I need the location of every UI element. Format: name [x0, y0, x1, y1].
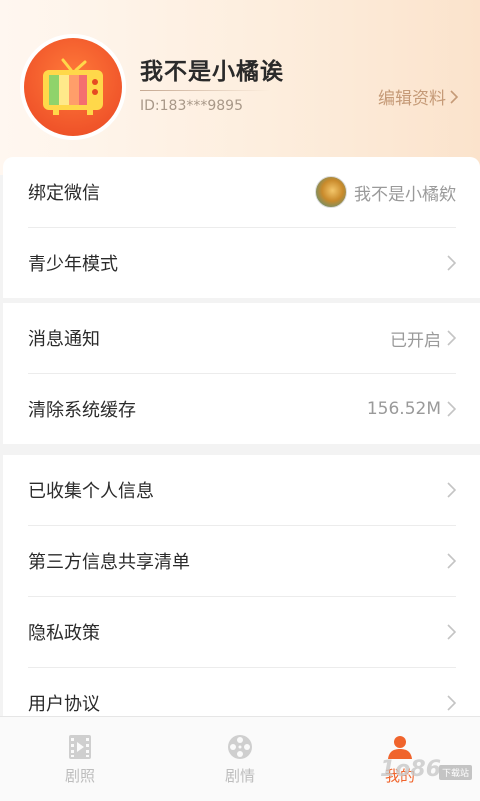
edit-profile-link[interactable]: 编辑资料: [378, 84, 458, 109]
privacy-policy-row[interactable]: 隐私政策: [28, 597, 456, 668]
teen-mode-row[interactable]: 青少年模式: [28, 228, 456, 298]
tab-stills[interactable]: 剧照: [0, 717, 160, 801]
chevron-right-icon: [447, 401, 456, 417]
wechat-avatar: [315, 176, 347, 208]
collected-info-row[interactable]: 已收集个人信息: [28, 455, 456, 526]
chevron-right-icon: [447, 553, 456, 569]
privacy-policy-label: 隐私政策: [28, 623, 100, 644]
third-party-sharing-row[interactable]: 第三方信息共享清单: [28, 526, 456, 597]
chevron-right-icon: [450, 89, 458, 104]
settings-section: 消息通知 已开启 清除系统缓存 156.52M: [3, 303, 480, 444]
tab-plot[interactable]: 剧情: [160, 717, 320, 801]
cache-size: 156.52M: [366, 399, 441, 419]
account-section: 绑定微信 我不是小橘欸 青少年模式: [3, 157, 480, 298]
bind-wechat-row[interactable]: 绑定微信 我不是小橘欸: [28, 157, 456, 228]
user-id: ID:183***9895: [140, 98, 243, 114]
film-reel-icon: [228, 735, 252, 759]
edit-profile-label: 编辑资料: [378, 89, 446, 109]
chevron-right-icon: [447, 624, 456, 640]
film-icon: [69, 735, 91, 759]
third-party-sharing-label: 第三方信息共享清单: [28, 552, 190, 573]
chevron-right-icon: [447, 482, 456, 498]
tab-label: 剧情: [224, 767, 255, 785]
chevron-right-icon: [447, 255, 456, 271]
site-watermark: 1o86: [380, 757, 442, 782]
user-agreement-label: 用户协议: [28, 694, 100, 715]
profile-header: 我不是小橘诶 ID:183***9895 编辑资料: [0, 0, 480, 175]
bind-wechat-label: 绑定微信: [28, 183, 100, 204]
notification-label: 消息通知: [28, 329, 100, 350]
wechat-nickname: 我不是小橘欸: [354, 184, 456, 205]
site-watermark-badge: 下载站: [439, 765, 473, 780]
avatar[interactable]: [20, 34, 126, 140]
notification-status: 已开启: [390, 330, 441, 351]
collected-info-label: 已收集个人信息: [28, 481, 154, 502]
username-underline: [140, 90, 270, 91]
username: 我不是小橘诶: [140, 59, 284, 85]
teen-mode-label: 青少年模式: [28, 254, 118, 275]
chevron-right-icon: [447, 330, 456, 346]
privacy-section: 已收集个人信息 第三方信息共享清单 隐私政策 用户协议: [3, 455, 480, 738]
chevron-right-icon: [447, 695, 456, 711]
tv-icon: [43, 58, 103, 115]
clear-cache-label: 清除系统缓存: [28, 400, 136, 421]
clear-cache-row[interactable]: 清除系统缓存 156.52M: [28, 374, 456, 444]
notification-row[interactable]: 消息通知 已开启: [28, 303, 456, 374]
tab-label: 剧照: [64, 767, 95, 785]
